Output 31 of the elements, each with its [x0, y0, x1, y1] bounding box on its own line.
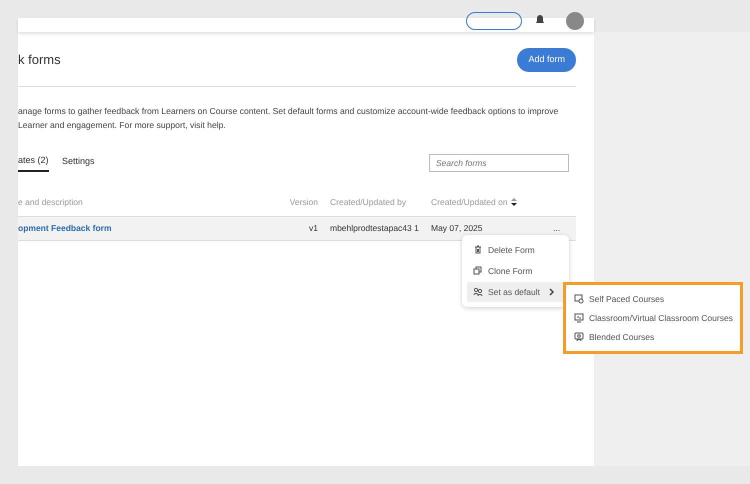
more-actions-button[interactable]: ... [553, 222, 560, 235]
submenu-item[interactable]: Self Paced Courses [572, 290, 734, 309]
monitor-icon [574, 294, 584, 304]
submenu-item[interactable]: Blended Courses [572, 328, 734, 346]
avatar[interactable] [566, 12, 584, 30]
column-header: Created/Updated on [431, 196, 508, 209]
table-cell-text: May 07, 2025 [431, 222, 484, 235]
menu-item[interactable]: Delete Form [467, 240, 564, 261]
column-header: Version [288, 196, 318, 209]
add-form-button[interactable]: Add form [517, 48, 576, 72]
menu-item[interactable]: Set as default [467, 282, 564, 302]
copy-icon [473, 266, 483, 276]
header-button[interactable] [466, 12, 522, 30]
tab[interactable]: Settings [62, 154, 95, 172]
search-field[interactable]: Search forms [429, 154, 569, 172]
tab[interactable]: ates (2) [18, 154, 49, 172]
people-icon [473, 286, 483, 297]
table-cell-text: mbehlprodtestapac43 1 [329, 222, 420, 235]
monitor-icon [574, 313, 584, 324]
description-text: anage forms to gather feedback from Learners on Course content. Set default forms and customize account-wide feedback options to improve Learner and engagement. For more support, visit help. [18, 104, 560, 132]
trash-icon [473, 245, 483, 256]
bell-icon[interactable] [534, 14, 546, 26]
menu-item[interactable]: Clone Form [467, 260, 564, 282]
form-link[interactable]: opment Feedback form [18, 222, 276, 235]
table-cell-text: v1 [308, 222, 318, 235]
submenu-item[interactable]: Classroom/Virtual Classroom Courses [572, 308, 734, 328]
monitor-icon [574, 332, 584, 342]
column-header: Created/Updated by [329, 196, 408, 209]
sort-icon[interactable] [510, 198, 517, 206]
page-title: k forms [18, 51, 61, 69]
column-header: e and description [18, 196, 84, 209]
